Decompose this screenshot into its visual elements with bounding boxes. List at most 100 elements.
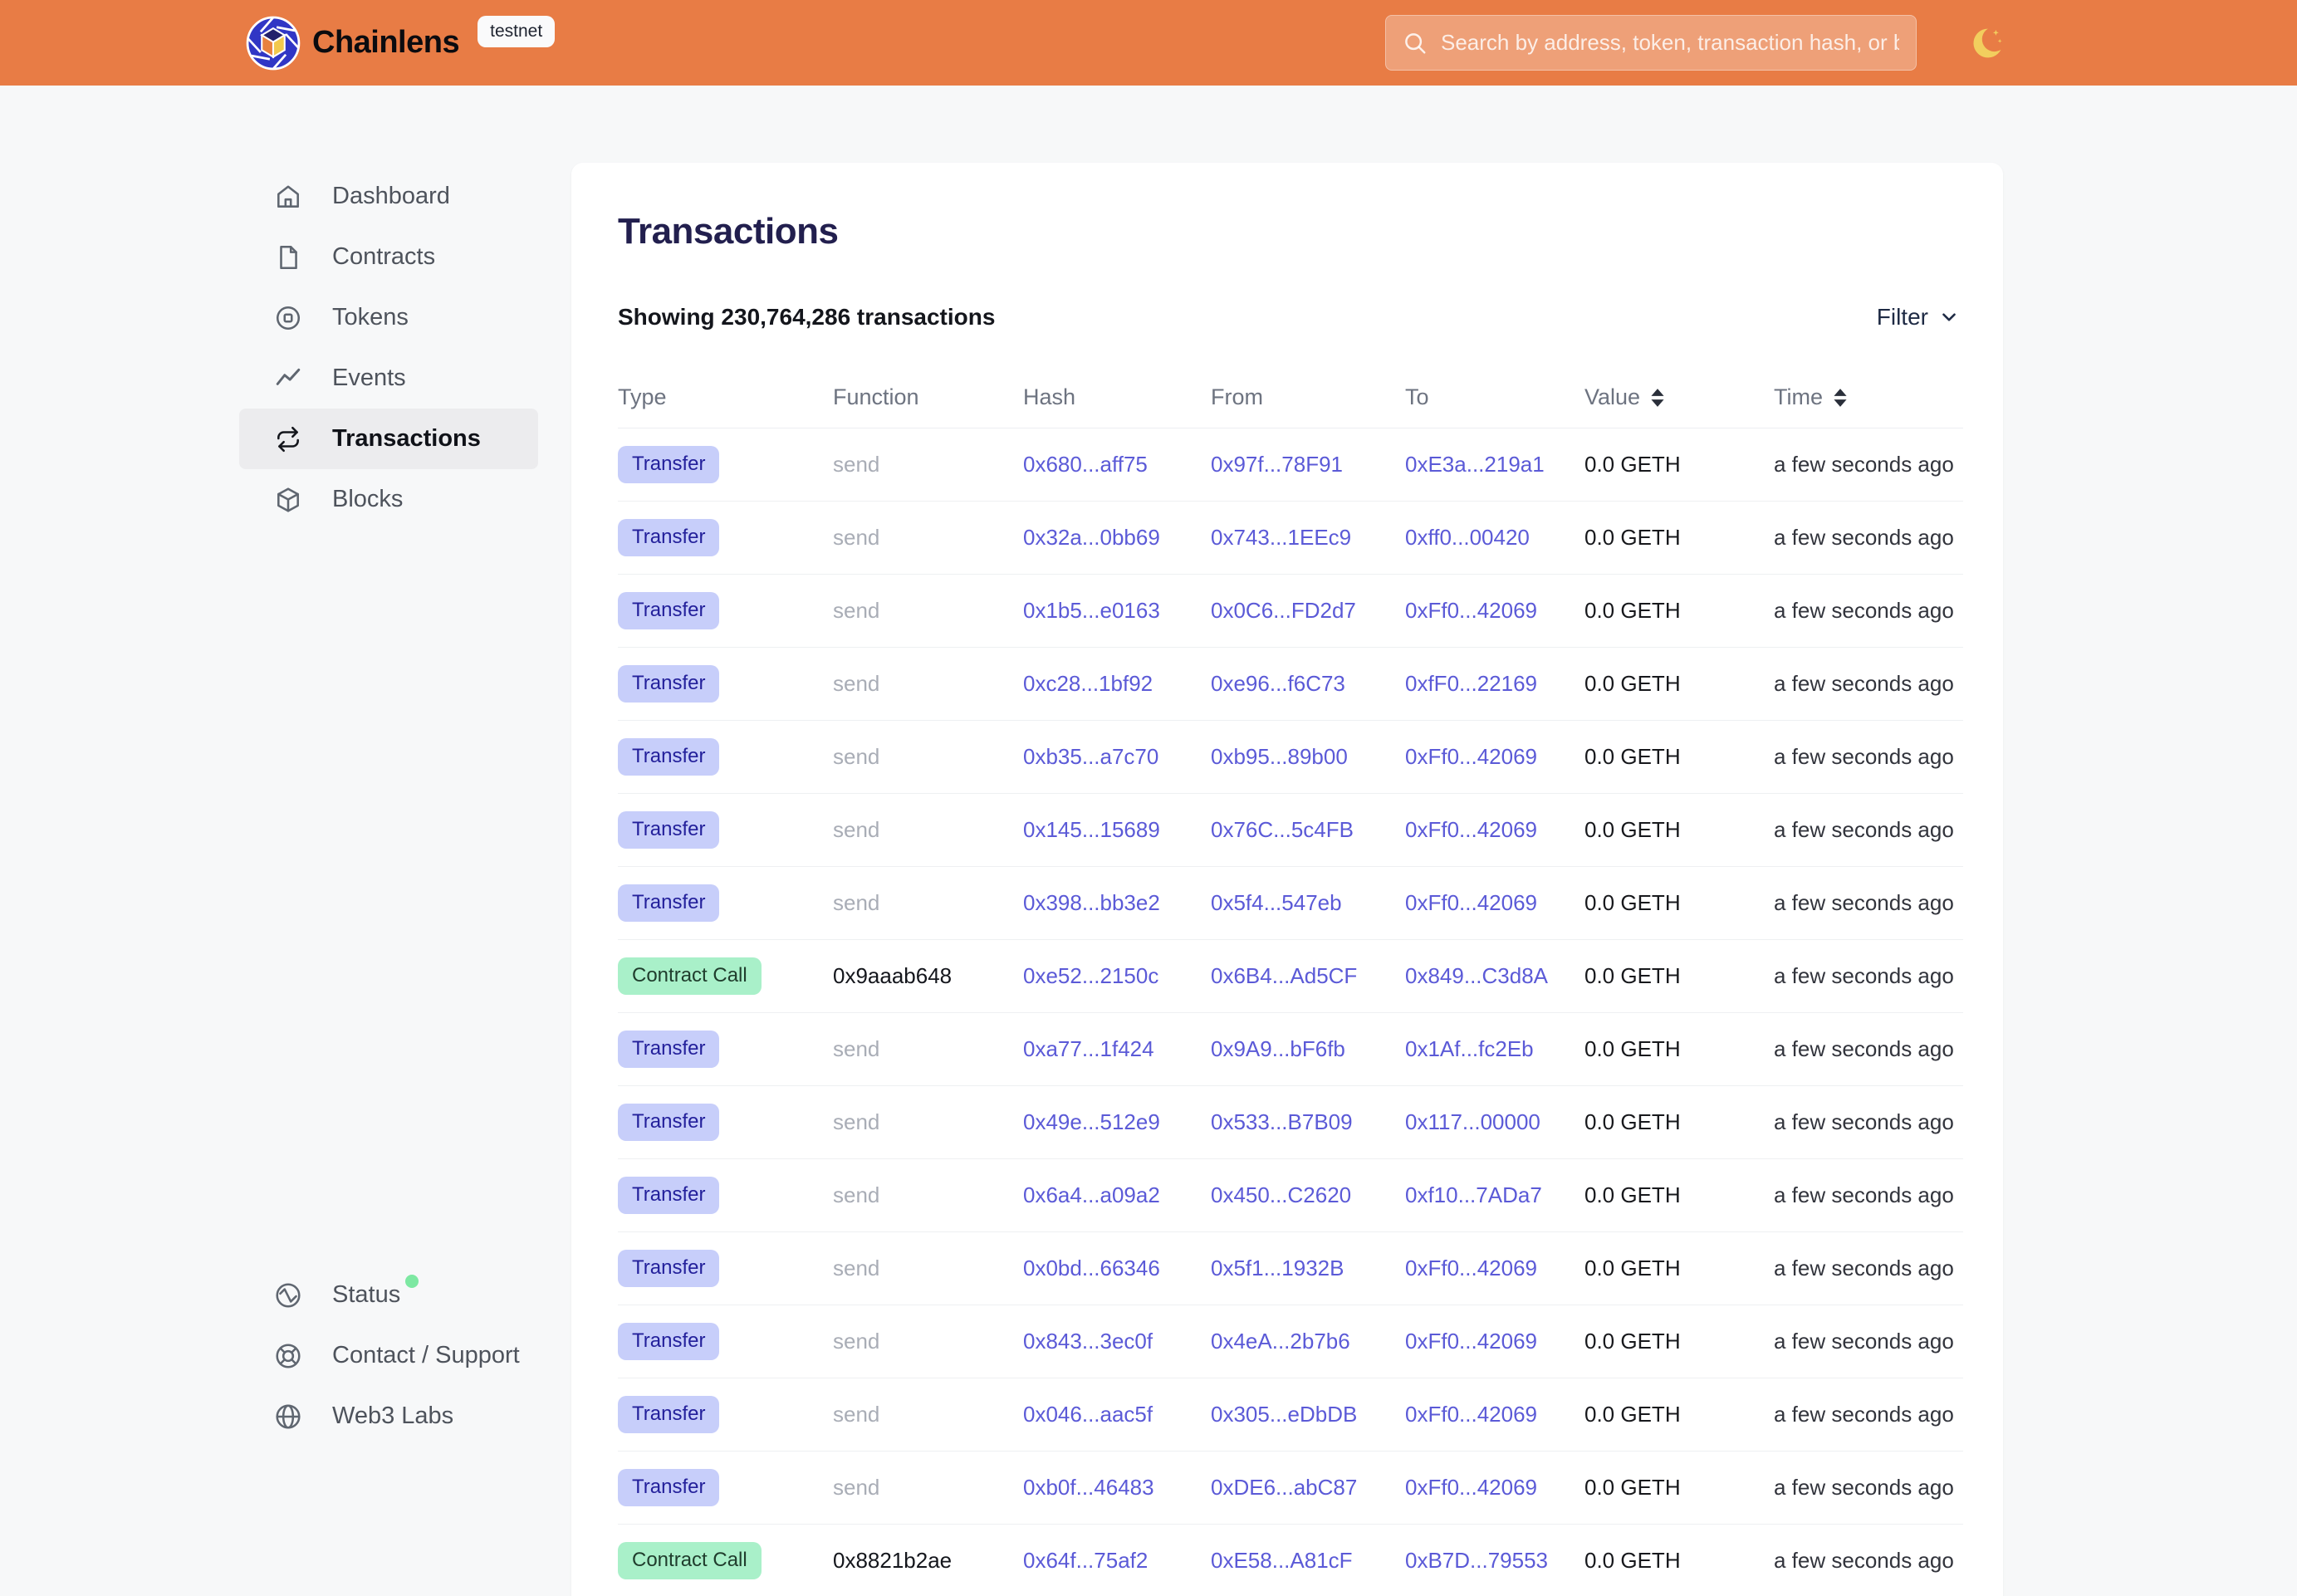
global-search[interactable]	[1385, 15, 1917, 71]
from-address-link[interactable]: 0x305...eDbDB	[1211, 1402, 1405, 1427]
value-cell: 0.0 GETH	[1584, 1548, 1774, 1574]
function-cell: send	[833, 817, 1023, 843]
table-row: Transfer send 0x398...bb3e2 0x5f4...547e…	[618, 867, 1963, 940]
column-header-type: Type	[618, 384, 833, 410]
tx-hash-link[interactable]: 0x6a4...a09a2	[1023, 1182, 1211, 1208]
sidebar-item-tokens[interactable]: Tokens	[239, 287, 538, 348]
tx-hash-link[interactable]: 0x680...aff75	[1023, 452, 1211, 477]
to-address-link[interactable]: 0xFf0...42069	[1405, 1402, 1584, 1427]
to-address-link[interactable]: 0xE3a...219a1	[1405, 452, 1584, 477]
tx-hash-link[interactable]: 0x398...bb3e2	[1023, 890, 1211, 916]
search-icon	[1403, 31, 1428, 56]
tx-hash-link[interactable]: 0x843...3ec0f	[1023, 1329, 1211, 1354]
to-address-link[interactable]: 0xFf0...42069	[1405, 1256, 1584, 1281]
page-title: Transactions	[618, 211, 1963, 252]
from-address-link[interactable]: 0x5f4...547eb	[1211, 890, 1405, 916]
to-address-link[interactable]: 0xf10...7ADa7	[1405, 1182, 1584, 1208]
tx-hash-link[interactable]: 0x0bd...66346	[1023, 1256, 1211, 1281]
from-address-link[interactable]: 0x76C...5c4FB	[1211, 817, 1405, 843]
from-address-link[interactable]: 0x0C6...FD2d7	[1211, 598, 1405, 624]
app-name: Chainlens	[312, 25, 459, 61]
type-badge: Transfer	[618, 811, 719, 849]
from-address-link[interactable]: 0x6B4...Ad5CF	[1211, 963, 1405, 989]
table-row: Transfer send 0x49e...512e9 0x533...B7B0…	[618, 1086, 1963, 1159]
table-row: Transfer send 0x046...aac5f 0x305...eDbD…	[618, 1378, 1963, 1452]
from-address-link[interactable]: 0x4eA...2b7b6	[1211, 1329, 1405, 1354]
sidebar-item-transactions[interactable]: Transactions	[239, 409, 538, 469]
search-input[interactable]	[1441, 30, 1899, 56]
to-address-link[interactable]: 0x1Af...fc2Eb	[1405, 1036, 1584, 1062]
filter-label: Filter	[1877, 304, 1928, 330]
from-address-link[interactable]: 0xb95...89b00	[1211, 744, 1405, 770]
tx-hash-link[interactable]: 0x145...15689	[1023, 817, 1211, 843]
top-header-bar: Chainlens testnet	[0, 0, 2297, 86]
to-address-link[interactable]: 0x849...C3d8A	[1405, 963, 1584, 989]
sidebar-item-web3-labs[interactable]: Web3 Labs	[239, 1386, 538, 1447]
to-address-link[interactable]: 0xFf0...42069	[1405, 1475, 1584, 1501]
value-cell: 0.0 GETH	[1584, 744, 1774, 770]
tx-hash-link[interactable]: 0xb0f...46483	[1023, 1475, 1211, 1501]
time-cell: a few seconds ago	[1774, 1036, 1963, 1062]
to-address-link[interactable]: 0xFf0...42069	[1405, 817, 1584, 843]
type-badge: Transfer	[618, 738, 719, 776]
value-cell: 0.0 GETH	[1584, 1036, 1774, 1062]
sidebar-item-status[interactable]: Status	[239, 1265, 538, 1325]
time-cell: a few seconds ago	[1774, 1329, 1963, 1354]
tx-hash-link[interactable]: 0x64f...75af2	[1023, 1548, 1211, 1574]
column-header-to: To	[1405, 384, 1584, 410]
home-icon	[274, 183, 302, 211]
tx-hash-link[interactable]: 0xa77...1f424	[1023, 1036, 1211, 1062]
type-badge: Transfer	[618, 592, 719, 629]
to-address-link[interactable]: 0xFf0...42069	[1405, 744, 1584, 770]
to-address-link[interactable]: 0x117...00000	[1405, 1109, 1584, 1135]
tx-hash-link[interactable]: 0xb35...a7c70	[1023, 744, 1211, 770]
value-cell: 0.0 GETH	[1584, 525, 1774, 551]
to-address-link[interactable]: 0xfF0...22169	[1405, 671, 1584, 697]
from-address-link[interactable]: 0xDE6...abC87	[1211, 1475, 1405, 1501]
sort-icon	[1648, 387, 1667, 409]
type-badge: Transfer	[618, 1469, 719, 1506]
from-address-link[interactable]: 0x5f1...1932B	[1211, 1256, 1405, 1281]
function-cell: send	[833, 1475, 1023, 1501]
from-address-link[interactable]: 0xe96...f6C73	[1211, 671, 1405, 697]
to-address-link[interactable]: 0xB7D...79553	[1405, 1548, 1584, 1574]
tx-hash-link[interactable]: 0xe52...2150c	[1023, 963, 1211, 989]
to-address-link[interactable]: 0xff0...00420	[1405, 525, 1584, 551]
sidebar-item-contracts[interactable]: Contracts	[239, 227, 538, 287]
type-badge: Transfer	[618, 446, 719, 483]
type-badge: Transfer	[618, 1177, 719, 1214]
column-header-value[interactable]: Value	[1584, 384, 1774, 410]
tx-hash-link[interactable]: 0x1b5...e0163	[1023, 598, 1211, 624]
table-row: Contract Call 0x9aaab648 0xe52...2150c 0…	[618, 940, 1963, 1013]
column-header-time[interactable]: Time	[1774, 384, 1963, 410]
from-address-link[interactable]: 0x9A9...bF6fb	[1211, 1036, 1405, 1062]
from-address-link[interactable]: 0x450...C2620	[1211, 1182, 1405, 1208]
table-row: Transfer send 0x32a...0bb69 0x743...1EEc…	[618, 502, 1963, 575]
time-cell: a few seconds ago	[1774, 744, 1963, 770]
sidebar-item-label: Dashboard	[332, 183, 450, 210]
tx-hash-link[interactable]: 0x49e...512e9	[1023, 1109, 1211, 1135]
tx-hash-link[interactable]: 0xc28...1bf92	[1023, 671, 1211, 697]
sidebar-item-events[interactable]: Events	[239, 348, 538, 409]
function-cell: send	[833, 671, 1023, 697]
tx-hash-link[interactable]: 0x046...aac5f	[1023, 1402, 1211, 1427]
type-badge: Transfer	[618, 1396, 719, 1433]
from-address-link[interactable]: 0x533...B7B09	[1211, 1109, 1405, 1135]
to-address-link[interactable]: 0xFf0...42069	[1405, 890, 1584, 916]
from-address-link[interactable]: 0x743...1EEc9	[1211, 525, 1405, 551]
filter-button[interactable]: Filter	[1877, 304, 1960, 330]
sidebar-item-dashboard[interactable]: Dashboard	[239, 166, 538, 227]
from-address-link[interactable]: 0xE58...A81cF	[1211, 1548, 1405, 1574]
sidebar-item-label: Events	[332, 365, 406, 392]
sidebar-item-blocks[interactable]: Blocks	[239, 469, 538, 530]
time-cell: a few seconds ago	[1774, 525, 1963, 551]
to-address-link[interactable]: 0xFf0...42069	[1405, 1329, 1584, 1354]
dark-mode-toggle[interactable]	[1965, 22, 2008, 65]
to-address-link[interactable]: 0xFf0...42069	[1405, 598, 1584, 624]
sidebar-item-contact-support[interactable]: Contact / Support	[239, 1325, 538, 1386]
lifebuoy-icon	[274, 1342, 302, 1370]
type-badge: Contract Call	[618, 1542, 762, 1579]
from-address-link[interactable]: 0x97f...78F91	[1211, 452, 1405, 477]
tx-hash-link[interactable]: 0x32a...0bb69	[1023, 525, 1211, 551]
brand[interactable]: Chainlens testnet	[246, 16, 555, 71]
